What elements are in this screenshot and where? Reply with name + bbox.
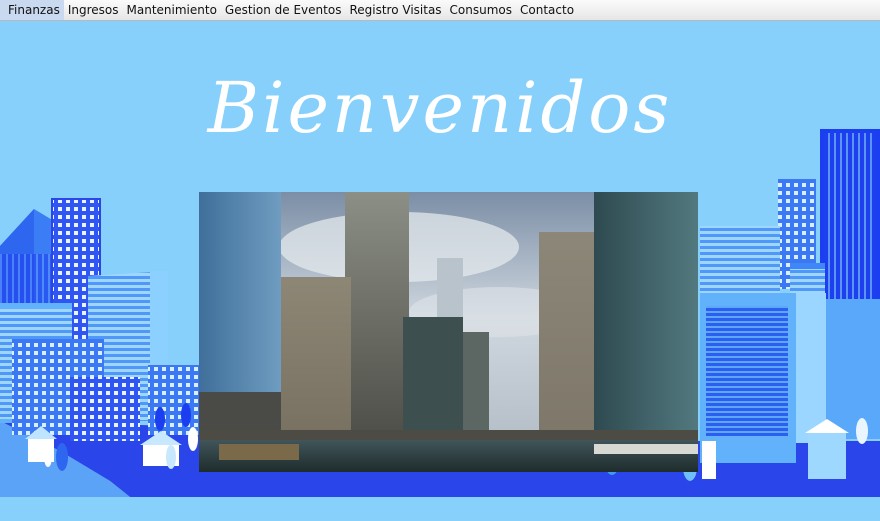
menu-registro-visitas[interactable]: Registro Visitas bbox=[345, 0, 445, 20]
menu-finanzas[interactable]: Finanzas bbox=[0, 0, 64, 20]
city-river-photo bbox=[199, 192, 698, 472]
menu-consumos[interactable]: Consumos bbox=[446, 0, 516, 20]
menu-bar: Finanzas Ingresos Mantenimiento Gestion … bbox=[0, 0, 880, 21]
menu-mantenimiento[interactable]: Mantenimiento bbox=[123, 0, 221, 20]
menu-gestion-de-eventos[interactable]: Gestion de Eventos bbox=[221, 0, 346, 20]
background-city-illustration: Bienvenidos bbox=[0, 21, 880, 517]
menu-contacto[interactable]: Contacto bbox=[516, 0, 578, 20]
menu-ingresos[interactable]: Ingresos bbox=[64, 0, 123, 20]
welcome-heading: Bienvenidos bbox=[207, 67, 673, 149]
